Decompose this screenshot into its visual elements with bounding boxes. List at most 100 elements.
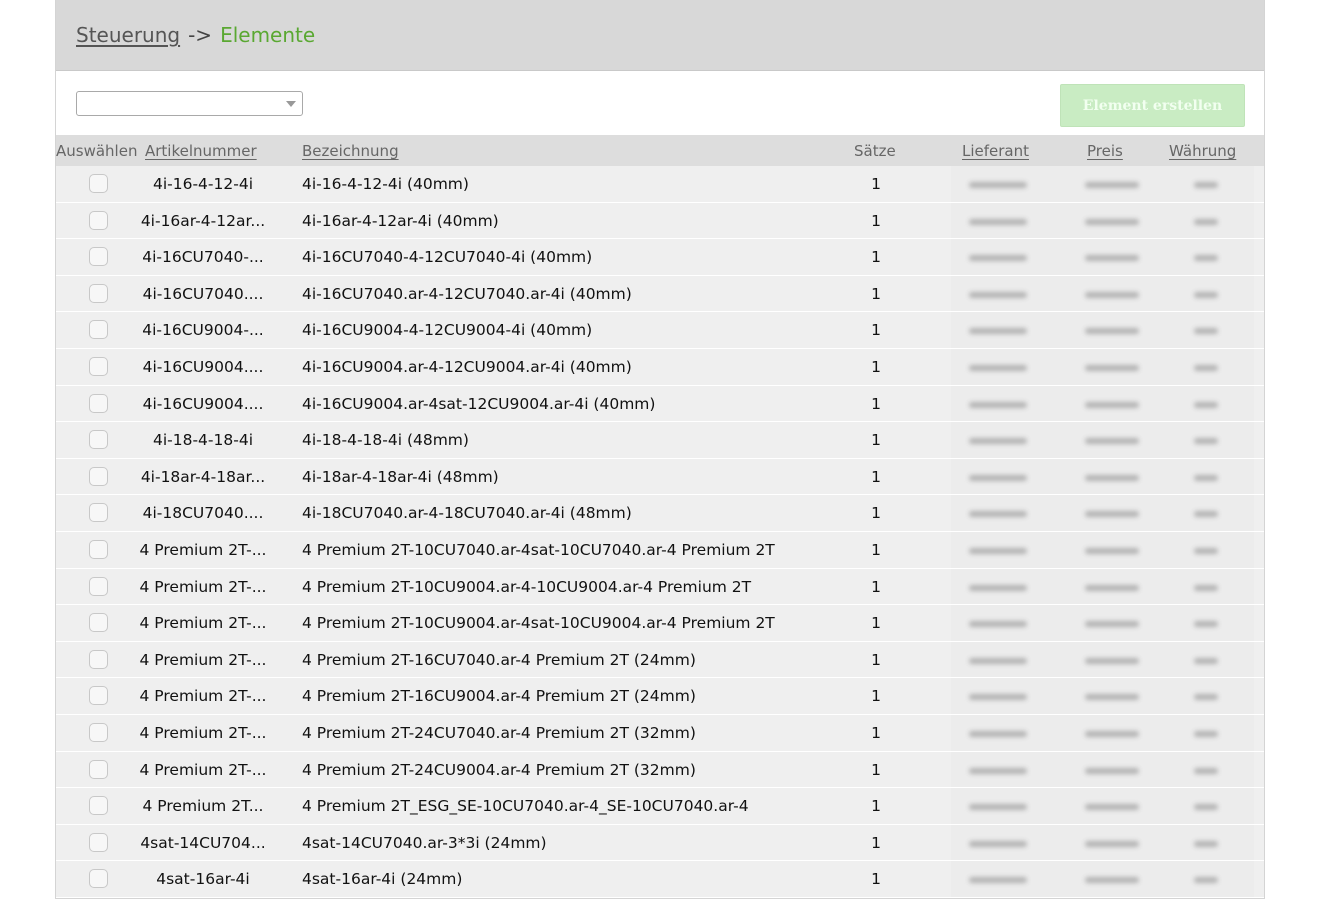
table-row[interactable]: 4i-16CU9004.... 4i-16CU9004.ar-4-12CU900… xyxy=(56,348,1264,386)
row-checkbox[interactable] xyxy=(89,613,108,633)
table-row[interactable]: 4 Premium 2T-... 4 Premium 2T-24CU9004.a… xyxy=(56,751,1264,789)
row-checkbox[interactable] xyxy=(89,649,108,669)
supplier-cell-redacted xyxy=(969,182,1027,188)
name-cell: 4i-18ar-4-18ar-4i (48mm) xyxy=(302,467,499,486)
supplier-cell-redacted xyxy=(969,255,1027,262)
currency-cell-redacted xyxy=(1194,511,1218,518)
article-number-cell: 4i-16CU9004.... xyxy=(142,357,264,376)
row-checkbox[interactable] xyxy=(89,503,108,523)
supplier-cell-redacted xyxy=(969,291,1027,298)
sets-cell: 1 xyxy=(871,540,881,559)
table-row[interactable]: 4i-16CU7040.... 4i-16CU7040.ar-4-12CU704… xyxy=(56,275,1264,313)
supplier-cell-redacted xyxy=(969,328,1027,335)
table-body: 4i-16-4-12-4i 4i-16-4-12-4i (40mm) 1 4i-… xyxy=(56,166,1264,898)
currency-cell-redacted xyxy=(1194,767,1218,774)
row-checkbox[interactable] xyxy=(89,174,108,193)
row-checkbox[interactable] xyxy=(89,320,108,340)
price-cell-redacted xyxy=(1085,877,1139,884)
row-checkbox[interactable] xyxy=(89,539,108,559)
table-row[interactable]: 4sat-16ar-4i 4sat-16ar-4i (24mm) 1 xyxy=(56,861,1264,898)
table-row[interactable]: 4i-18-4-18-4i 4i-18-4-18-4i (48mm) 1 xyxy=(56,422,1264,459)
row-checkbox[interactable] xyxy=(89,759,108,779)
price-cell-redacted xyxy=(1085,694,1139,701)
sets-cell: 1 xyxy=(871,211,881,230)
supplier-cell-redacted xyxy=(969,547,1027,554)
name-cell: 4 Premium 2T-16CU7040.ar-4 Premium 2T (2… xyxy=(302,650,696,669)
table-row[interactable]: 4 Premium 2T... 4 Premium 2T_ESG_SE-10CU… xyxy=(56,788,1264,825)
breadcrumb-link-steuerung[interactable]: Steuerung xyxy=(76,23,180,47)
price-cell-redacted xyxy=(1085,364,1139,371)
table-row[interactable]: 4 Premium 2T-... 4 Premium 2T-10CU7040.a… xyxy=(56,531,1264,569)
table-row[interactable]: 4i-16CU7040-... 4i-16CU7040-4-12CU7040-4… xyxy=(56,239,1264,276)
table-row[interactable]: 4 Premium 2T-... 4 Premium 2T-24CU7040.a… xyxy=(56,714,1264,752)
currency-cell-redacted xyxy=(1194,621,1218,628)
row-checkbox[interactable] xyxy=(89,283,108,303)
table-row[interactable]: 4i-18CU7040.... 4i-18CU7040.ar-4-18CU704… xyxy=(56,495,1264,532)
row-checkbox[interactable] xyxy=(89,832,108,852)
sets-cell: 1 xyxy=(871,687,881,706)
row-checkbox[interactable] xyxy=(89,210,108,230)
filter-select[interactable] xyxy=(76,91,303,116)
article-number-cell: 4 Premium 2T-... xyxy=(139,650,267,669)
row-checkbox[interactable] xyxy=(89,466,108,486)
currency-cell-redacted xyxy=(1194,840,1218,847)
article-number-cell: 4 Premium 2T-... xyxy=(139,687,267,706)
article-number-cell: 4 Premium 2T-... xyxy=(139,577,267,596)
supplier-cell-redacted xyxy=(969,401,1027,408)
price-cell-redacted xyxy=(1085,401,1139,408)
redacted-area xyxy=(951,531,1254,568)
price-cell-redacted xyxy=(1085,474,1139,481)
row-checkbox[interactable] xyxy=(89,247,108,267)
row-checkbox[interactable] xyxy=(89,356,108,376)
row-checkbox[interactable] xyxy=(89,722,108,742)
row-checkbox[interactable] xyxy=(89,576,108,596)
row-checkbox[interactable] xyxy=(89,686,108,706)
table-row[interactable]: 4 Premium 2T-... 4 Premium 2T-10CU9004.a… xyxy=(56,568,1264,606)
supplier-cell-redacted xyxy=(969,438,1027,445)
currency-cell-redacted xyxy=(1194,804,1218,811)
name-cell: 4i-16CU9004.ar-4sat-12CU9004.ar-4i (40mm… xyxy=(302,394,656,413)
table-row[interactable]: 4i-16ar-4-12ar... 4i-16ar-4-12ar-4i (40m… xyxy=(56,202,1264,240)
elements-panel: Steuerung -> Elemente Element erstellen … xyxy=(55,0,1265,899)
article-number-cell: 4i-18CU7040.... xyxy=(142,504,264,523)
column-header-sets: Sätze xyxy=(854,142,896,160)
name-cell: 4 Premium 2T-24CU7040.ar-4 Premium 2T (3… xyxy=(302,723,696,742)
article-number-cell: 4sat-16ar-4i xyxy=(156,870,250,889)
table-row[interactable]: 4i-18ar-4-18ar... 4i-18ar-4-18ar-4i (48m… xyxy=(56,458,1264,496)
table-row[interactable]: 4sat-14CU704... 4sat-14CU7040.ar-3*3i (2… xyxy=(56,824,1264,862)
sets-cell: 1 xyxy=(871,175,881,193)
column-header-name[interactable]: Bezeichnung xyxy=(302,142,399,160)
row-checkbox[interactable] xyxy=(89,393,108,413)
row-checkbox[interactable] xyxy=(89,796,108,816)
currency-cell-redacted xyxy=(1194,694,1218,701)
name-cell: 4sat-14CU7040.ar-3*3i (24mm) xyxy=(302,833,547,852)
table-row[interactable]: 4 Premium 2T-... 4 Premium 2T-10CU9004.a… xyxy=(56,605,1264,642)
table-row[interactable]: 4i-16CU9004.... 4i-16CU9004.ar-4sat-12CU… xyxy=(56,385,1264,423)
column-header-supplier[interactable]: Lieferant xyxy=(962,142,1029,160)
name-cell: 4 Premium 2T_ESG_SE-10CU7040.ar-4_SE-10C… xyxy=(302,797,749,816)
currency-cell-redacted xyxy=(1194,328,1218,335)
name-cell: 4i-18-4-18-4i (48mm) xyxy=(302,431,469,450)
currency-cell-redacted xyxy=(1194,474,1218,481)
chevron-down-icon xyxy=(286,101,296,107)
redacted-area xyxy=(951,678,1254,714)
table-row[interactable]: 4i-16-4-12-4i 4i-16-4-12-4i (40mm) 1 xyxy=(56,166,1264,203)
table-row[interactable]: 4i-16CU9004-... 4i-16CU9004-4-12CU9004-4… xyxy=(56,312,1264,349)
name-cell: 4 Premium 2T-24CU9004.ar-4 Premium 2T (3… xyxy=(302,760,696,779)
column-header-article[interactable]: Artikelnummer xyxy=(145,142,257,160)
table-row[interactable]: 4 Premium 2T-... 4 Premium 2T-16CU7040.a… xyxy=(56,641,1264,679)
row-checkbox[interactable] xyxy=(89,869,108,889)
row-checkbox[interactable] xyxy=(89,430,108,450)
article-number-cell: 4i-16CU9004.... xyxy=(142,394,264,413)
supplier-cell-redacted xyxy=(969,840,1027,847)
currency-cell-redacted xyxy=(1194,182,1218,188)
article-number-cell: 4i-16ar-4-12ar... xyxy=(140,211,266,230)
column-header-currency[interactable]: Währung xyxy=(1169,142,1236,160)
currency-cell-redacted xyxy=(1194,401,1218,408)
sets-cell: 1 xyxy=(871,797,881,816)
table-row[interactable]: 4 Premium 2T-... 4 Premium 2T-16CU9004.a… xyxy=(56,678,1264,715)
column-header-price[interactable]: Preis xyxy=(1087,142,1123,160)
currency-cell-redacted xyxy=(1194,438,1218,445)
supplier-cell-redacted xyxy=(969,511,1027,518)
create-element-button[interactable]: Element erstellen xyxy=(1060,84,1245,127)
